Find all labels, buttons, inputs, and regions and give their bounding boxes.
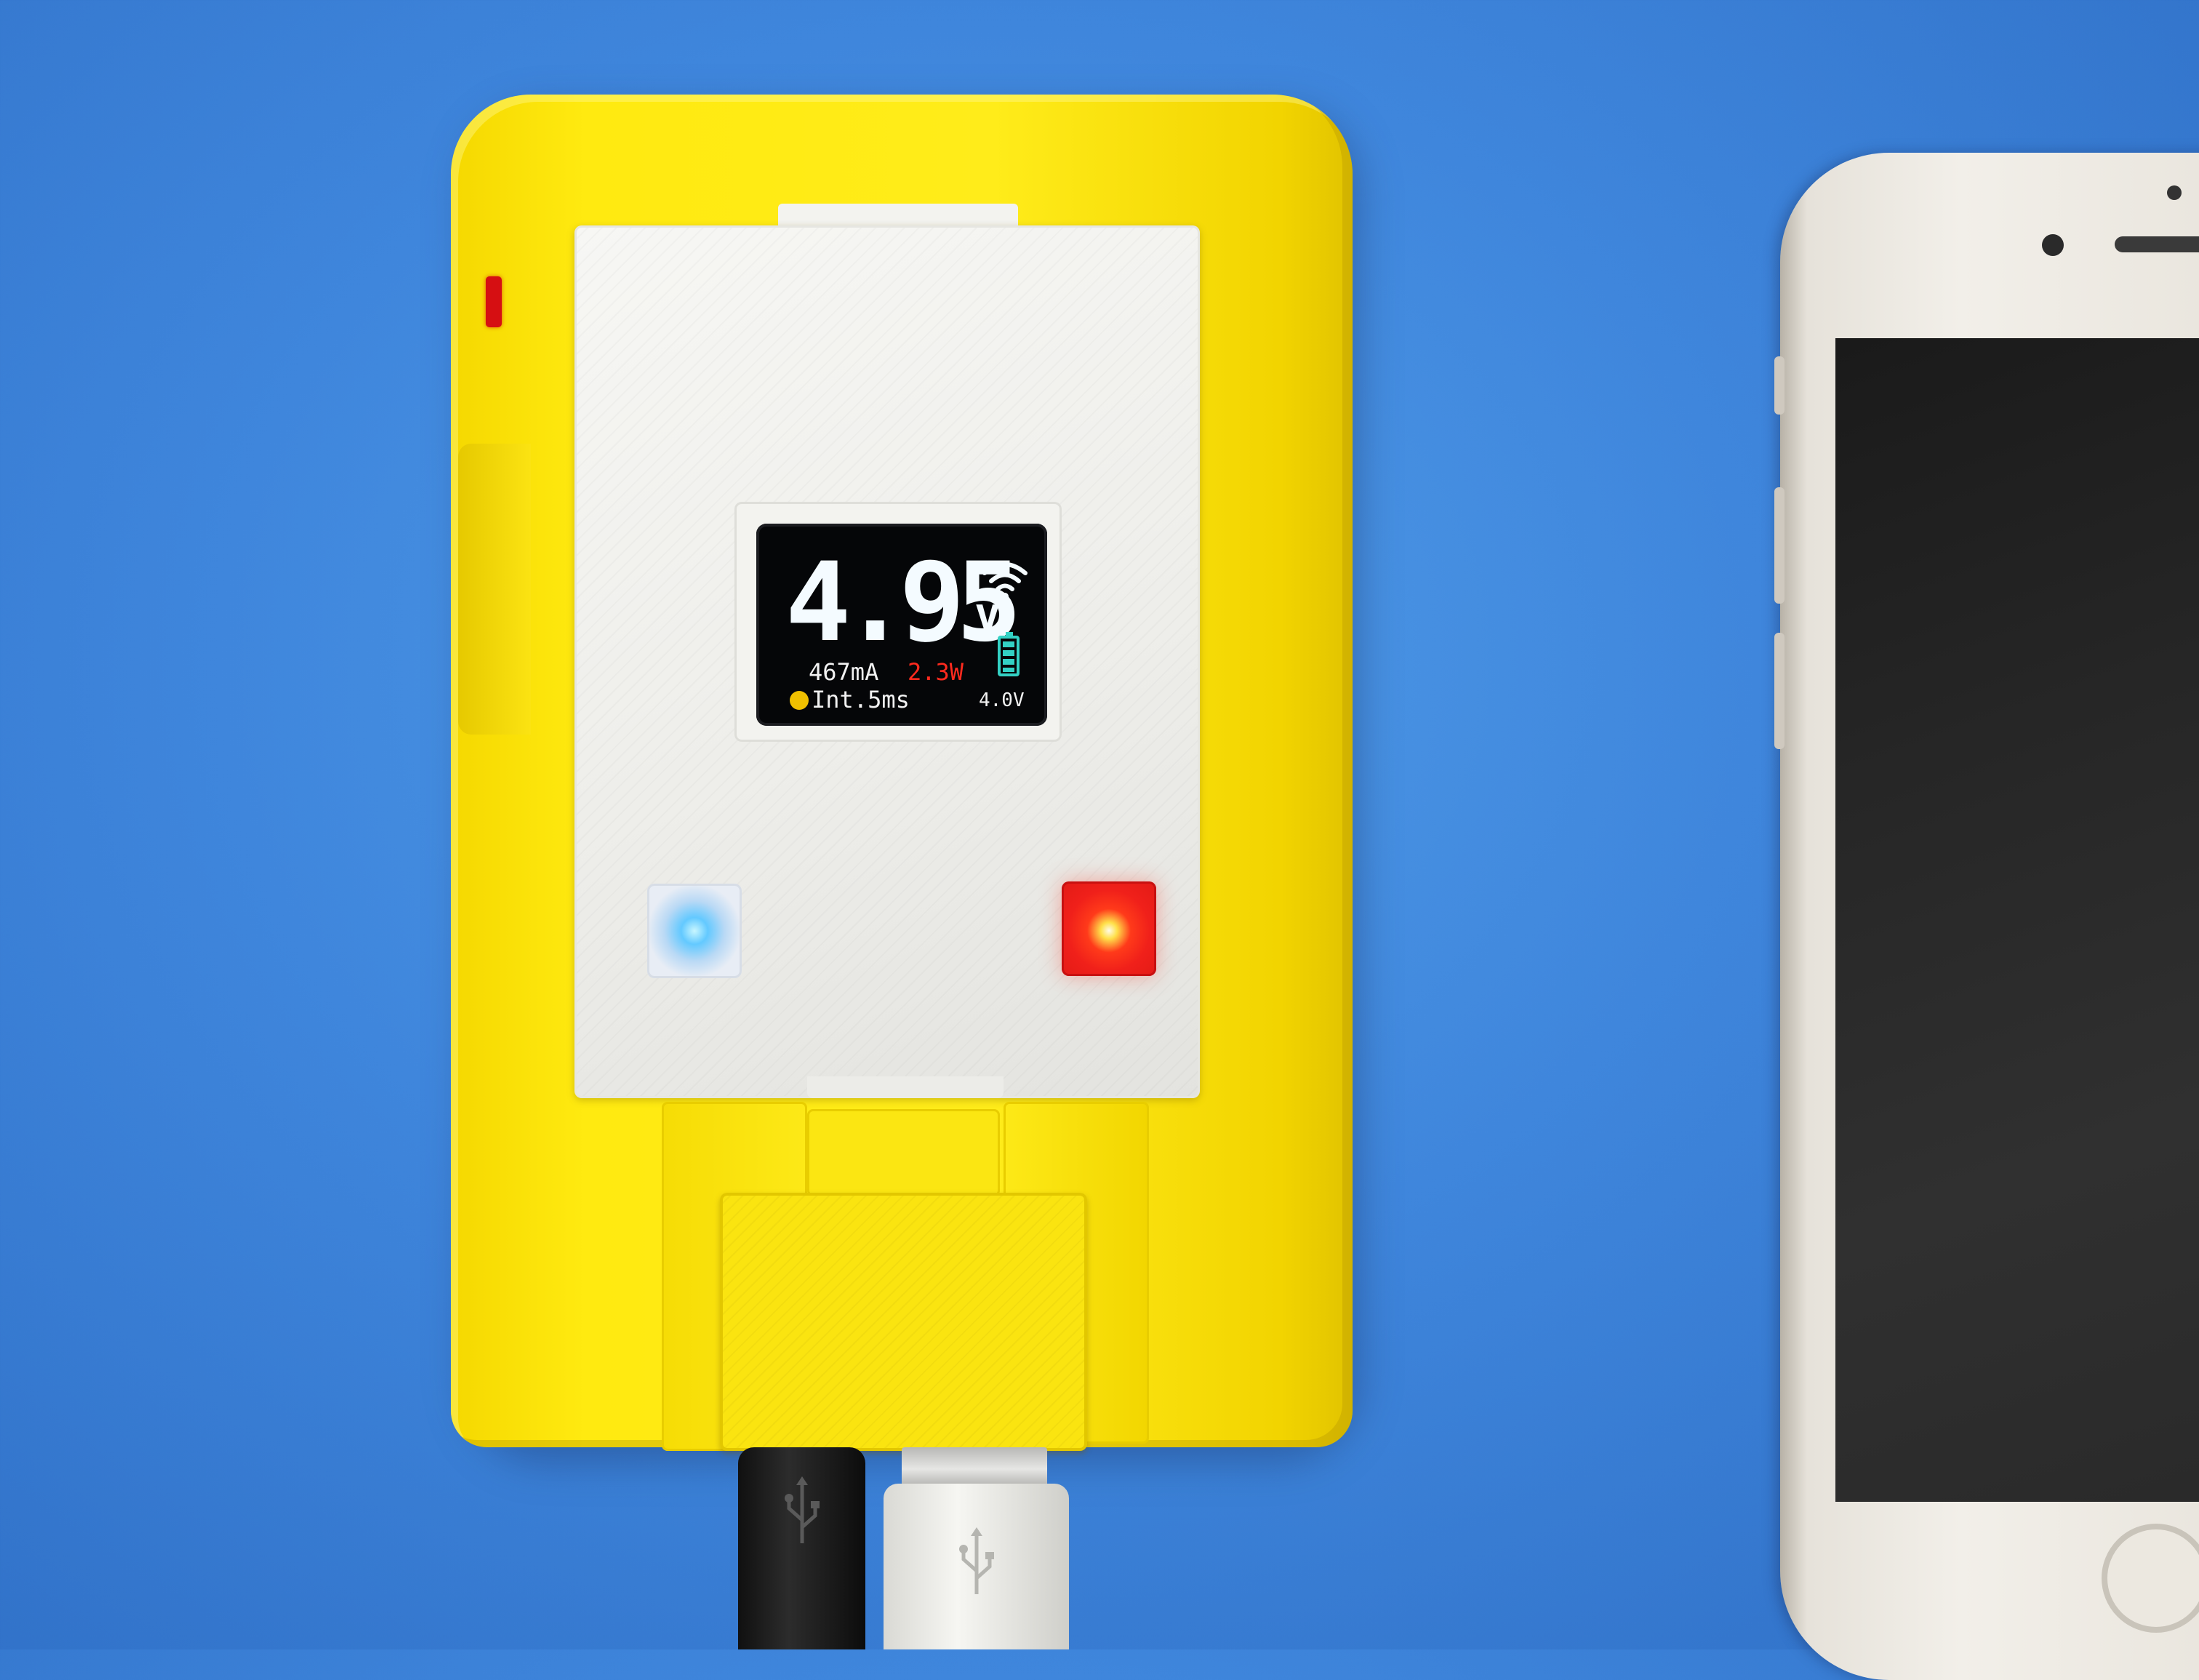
wifi-icon (982, 562, 1028, 600)
status-dot-icon (790, 691, 809, 710)
current-readout: 467mA (809, 658, 879, 686)
blue-led (647, 884, 742, 978)
phone-sensor (2167, 185, 2182, 200)
phone-camera (2042, 234, 2064, 256)
usb-icon (785, 1476, 820, 1543)
black-usb-cable[interactable] (738, 1447, 865, 1649)
phone-screen (1835, 338, 2199, 1502)
port-cover (720, 1193, 1087, 1451)
side-rail (458, 444, 531, 735)
power-switch[interactable] (486, 276, 502, 327)
faceplate-tab (807, 1076, 1004, 1098)
phone-volume-up-button (1774, 487, 1785, 604)
red-led (1062, 881, 1156, 976)
lower-middle-panel (807, 1109, 1000, 1196)
cell-voltage-readout: 4.0V (979, 689, 1025, 711)
battery-icon (998, 632, 1020, 676)
power-readout: 2.3W (908, 658, 964, 686)
usb-icon (959, 1527, 994, 1594)
phone-side-button (1774, 356, 1785, 415)
white-usb-cable[interactable] (884, 1484, 1069, 1649)
phone-speaker (2115, 236, 2199, 252)
oled-screen: 4.95 v 467mA 2.3W Int.5ms 4.0V (756, 524, 1047, 726)
interval-readout: Int.5ms (812, 686, 910, 713)
phone-volume-down-button (1774, 633, 1785, 749)
